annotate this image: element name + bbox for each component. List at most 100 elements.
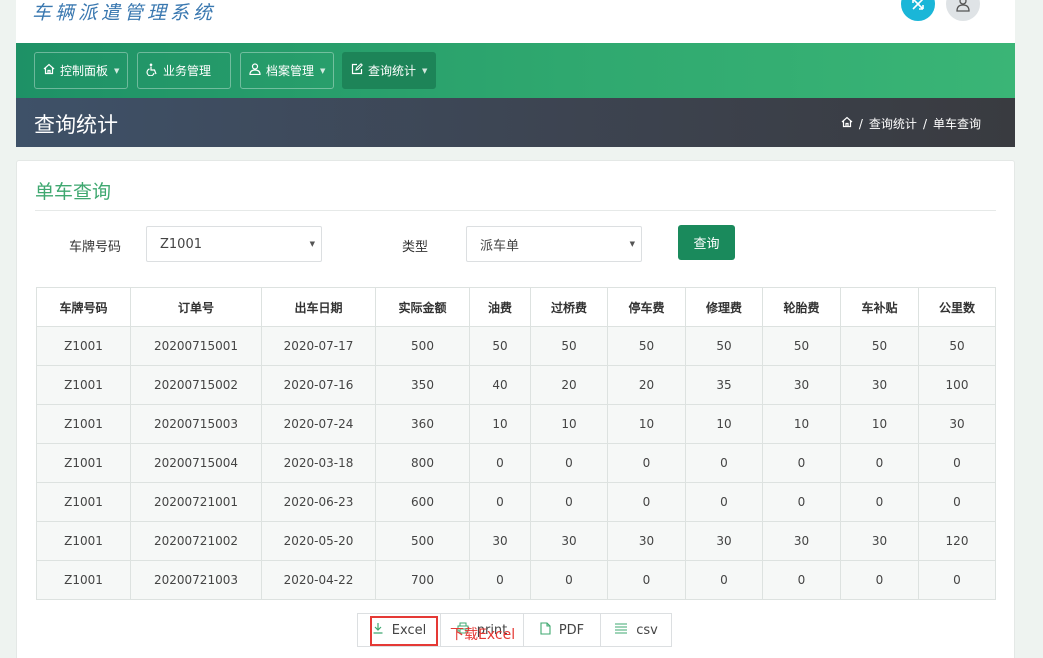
table-cell: 0	[469, 443, 531, 483]
table-cell: 10	[840, 404, 919, 444]
nav-item-query[interactable]: 查询统计 ▼	[342, 52, 436, 89]
export-pdf-label: PDF	[558, 622, 585, 638]
plate-select[interactable]: Z1001 ▼	[146, 226, 322, 262]
table-cell: Z1001	[36, 365, 131, 405]
divider	[35, 210, 996, 211]
table-cell: 30	[762, 365, 841, 405]
table-cell: 0	[762, 560, 841, 600]
table-cell: 30	[685, 521, 763, 561]
table-cell: 50	[469, 326, 531, 366]
column-header: 出车日期	[261, 287, 376, 327]
table-cell: 600	[375, 482, 470, 522]
table-cell: 10	[762, 404, 841, 444]
table-cell: 0	[530, 482, 608, 522]
table-cell: 20200721001	[130, 482, 262, 522]
chevron-down-icon: ▼	[320, 66, 326, 75]
column-header: 停车费	[607, 287, 686, 327]
page-title-bar: 查询统计 / 查询统计 / 单车查询	[16, 98, 1015, 147]
table-header-row: 车牌号码 订单号 出车日期 实际金额 油费 过桥费 停车费 修理费 轮胎费 车补贴 公里数	[36, 287, 996, 327]
chevron-down-icon: ▼	[309, 240, 315, 248]
table-cell: 40	[469, 365, 531, 405]
table-cell: 0	[530, 560, 608, 600]
table-cell: 20	[530, 365, 608, 405]
home-icon[interactable]	[841, 116, 853, 131]
table-cell: 0	[607, 482, 686, 522]
column-header: 公里数	[918, 287, 996, 327]
breadcrumb-separator: /	[858, 116, 863, 131]
table-cell: 2020-04-22	[261, 560, 376, 600]
nav-item-label: 控制面板	[60, 64, 109, 78]
table-cell: Z1001	[36, 521, 131, 561]
breadcrumb: / 查询统计 / 单车查询	[841, 115, 981, 132]
table-cell: 0	[762, 443, 841, 483]
table-cell: Z1001	[36, 326, 131, 366]
top-header: 车辆派遣管理系统	[16, 0, 1015, 43]
table-cell: 0	[530, 443, 608, 483]
file-icon	[540, 621, 551, 639]
home-icon	[43, 63, 55, 78]
table-cell: 0	[469, 482, 531, 522]
type-label: 类型	[402, 240, 429, 255]
table-cell: 20200715001	[130, 326, 262, 366]
table-row[interactable]: Z1001 20200721002 2020-05-20 500 30 30 30 30 30 3…	[36, 521, 996, 561]
query-button[interactable]: 查询	[678, 225, 735, 260]
table-cell: 20200715002	[130, 365, 262, 405]
table-row[interactable]: Z1001 20200715002 2020-07-16 350 40 20 20 35 30 3…	[36, 365, 996, 405]
table-cell: 2020-05-20	[261, 521, 376, 561]
export-csv-button[interactable]: csv	[600, 613, 672, 647]
table-cell: 0	[840, 443, 919, 483]
export-pdf-button[interactable]: PDF	[523, 613, 601, 647]
content-panel: 单车查询 车牌号码 Z1001 ▼ 类型 派车单 ▼ 查询 车牌号码 订单号 出车日…	[16, 160, 1015, 658]
column-header: 过桥费	[530, 287, 608, 327]
table-cell: 0	[762, 482, 841, 522]
table-cell: 20200721003	[130, 560, 262, 600]
excel-highlight-box	[370, 616, 438, 646]
type-select-value: 派车单	[480, 238, 520, 254]
nav-item-archives[interactable]: 档案管理 ▼	[240, 52, 334, 89]
table-cell: 50	[918, 326, 996, 366]
table-cell: 30	[840, 365, 919, 405]
nav-item-business[interactable]: 业务管理	[137, 52, 231, 89]
nav-item-dashboard[interactable]: 控制面板 ▼	[34, 52, 128, 89]
nav-item-label: 业务管理	[163, 64, 212, 78]
table-row[interactable]: Z1001 20200715001 2020-07-17 500 50 50 50 50 50 5…	[36, 326, 996, 366]
table-cell: 10	[530, 404, 608, 444]
list-icon	[614, 622, 628, 638]
table-row[interactable]: Z1001 20200715004 2020-03-18 800 0 0 0 0 0 0 0	[36, 443, 996, 483]
chevron-down-icon: ▼	[114, 66, 120, 75]
chevron-down-icon: ▼	[422, 66, 428, 75]
app-logo-title: 车辆派遣管理系统	[32, 2, 217, 24]
column-header: 车补贴	[840, 287, 919, 327]
table-cell: 2020-07-17	[261, 326, 376, 366]
table-cell: Z1001	[36, 560, 131, 600]
table-cell: 10	[469, 404, 531, 444]
table-cell: 120	[918, 521, 996, 561]
main-navbar: 控制面板 ▼ 业务管理 档案管理 ▼ 查询统计 ▼	[16, 43, 1015, 98]
table-cell: Z1001	[36, 443, 131, 483]
table-cell: 50	[762, 326, 841, 366]
table-cell: 0	[685, 443, 763, 483]
type-select[interactable]: 派车单 ▼	[466, 226, 642, 262]
table-cell: 20200721002	[130, 521, 262, 561]
table-cell: 30	[469, 521, 531, 561]
table-cell: 500	[375, 326, 470, 366]
table-cell: 50	[607, 326, 686, 366]
panel-title: 单车查询	[35, 181, 112, 203]
plate-select-value: Z1001	[160, 236, 202, 252]
table-cell: 100	[918, 365, 996, 405]
table-cell: 0	[685, 482, 763, 522]
table-row[interactable]: Z1001 20200715003 2020-07-24 360 10 10 10 10 10 1…	[36, 404, 996, 444]
table-cell: 800	[375, 443, 470, 483]
table-row[interactable]: Z1001 20200721003 2020-04-22 700 0 0 0 0 0 0 0	[36, 560, 996, 600]
table-cell: 10	[607, 404, 686, 444]
breadcrumb-item-query[interactable]: 查询统计	[869, 115, 917, 132]
table-cell: 2020-06-23	[261, 482, 376, 522]
download-excel-annotation: 下载Excel	[450, 627, 516, 643]
table-cell: 50	[530, 326, 608, 366]
edit-icon	[351, 63, 363, 78]
table-cell: 0	[918, 443, 996, 483]
plate-label: 车牌号码	[69, 240, 122, 255]
table-row[interactable]: Z1001 20200721001 2020-06-23 600 0 0 0 0 0 0 0	[36, 482, 996, 522]
breadcrumb-item-current: 单车查询	[932, 117, 981, 131]
column-header: 订单号	[130, 287, 262, 327]
